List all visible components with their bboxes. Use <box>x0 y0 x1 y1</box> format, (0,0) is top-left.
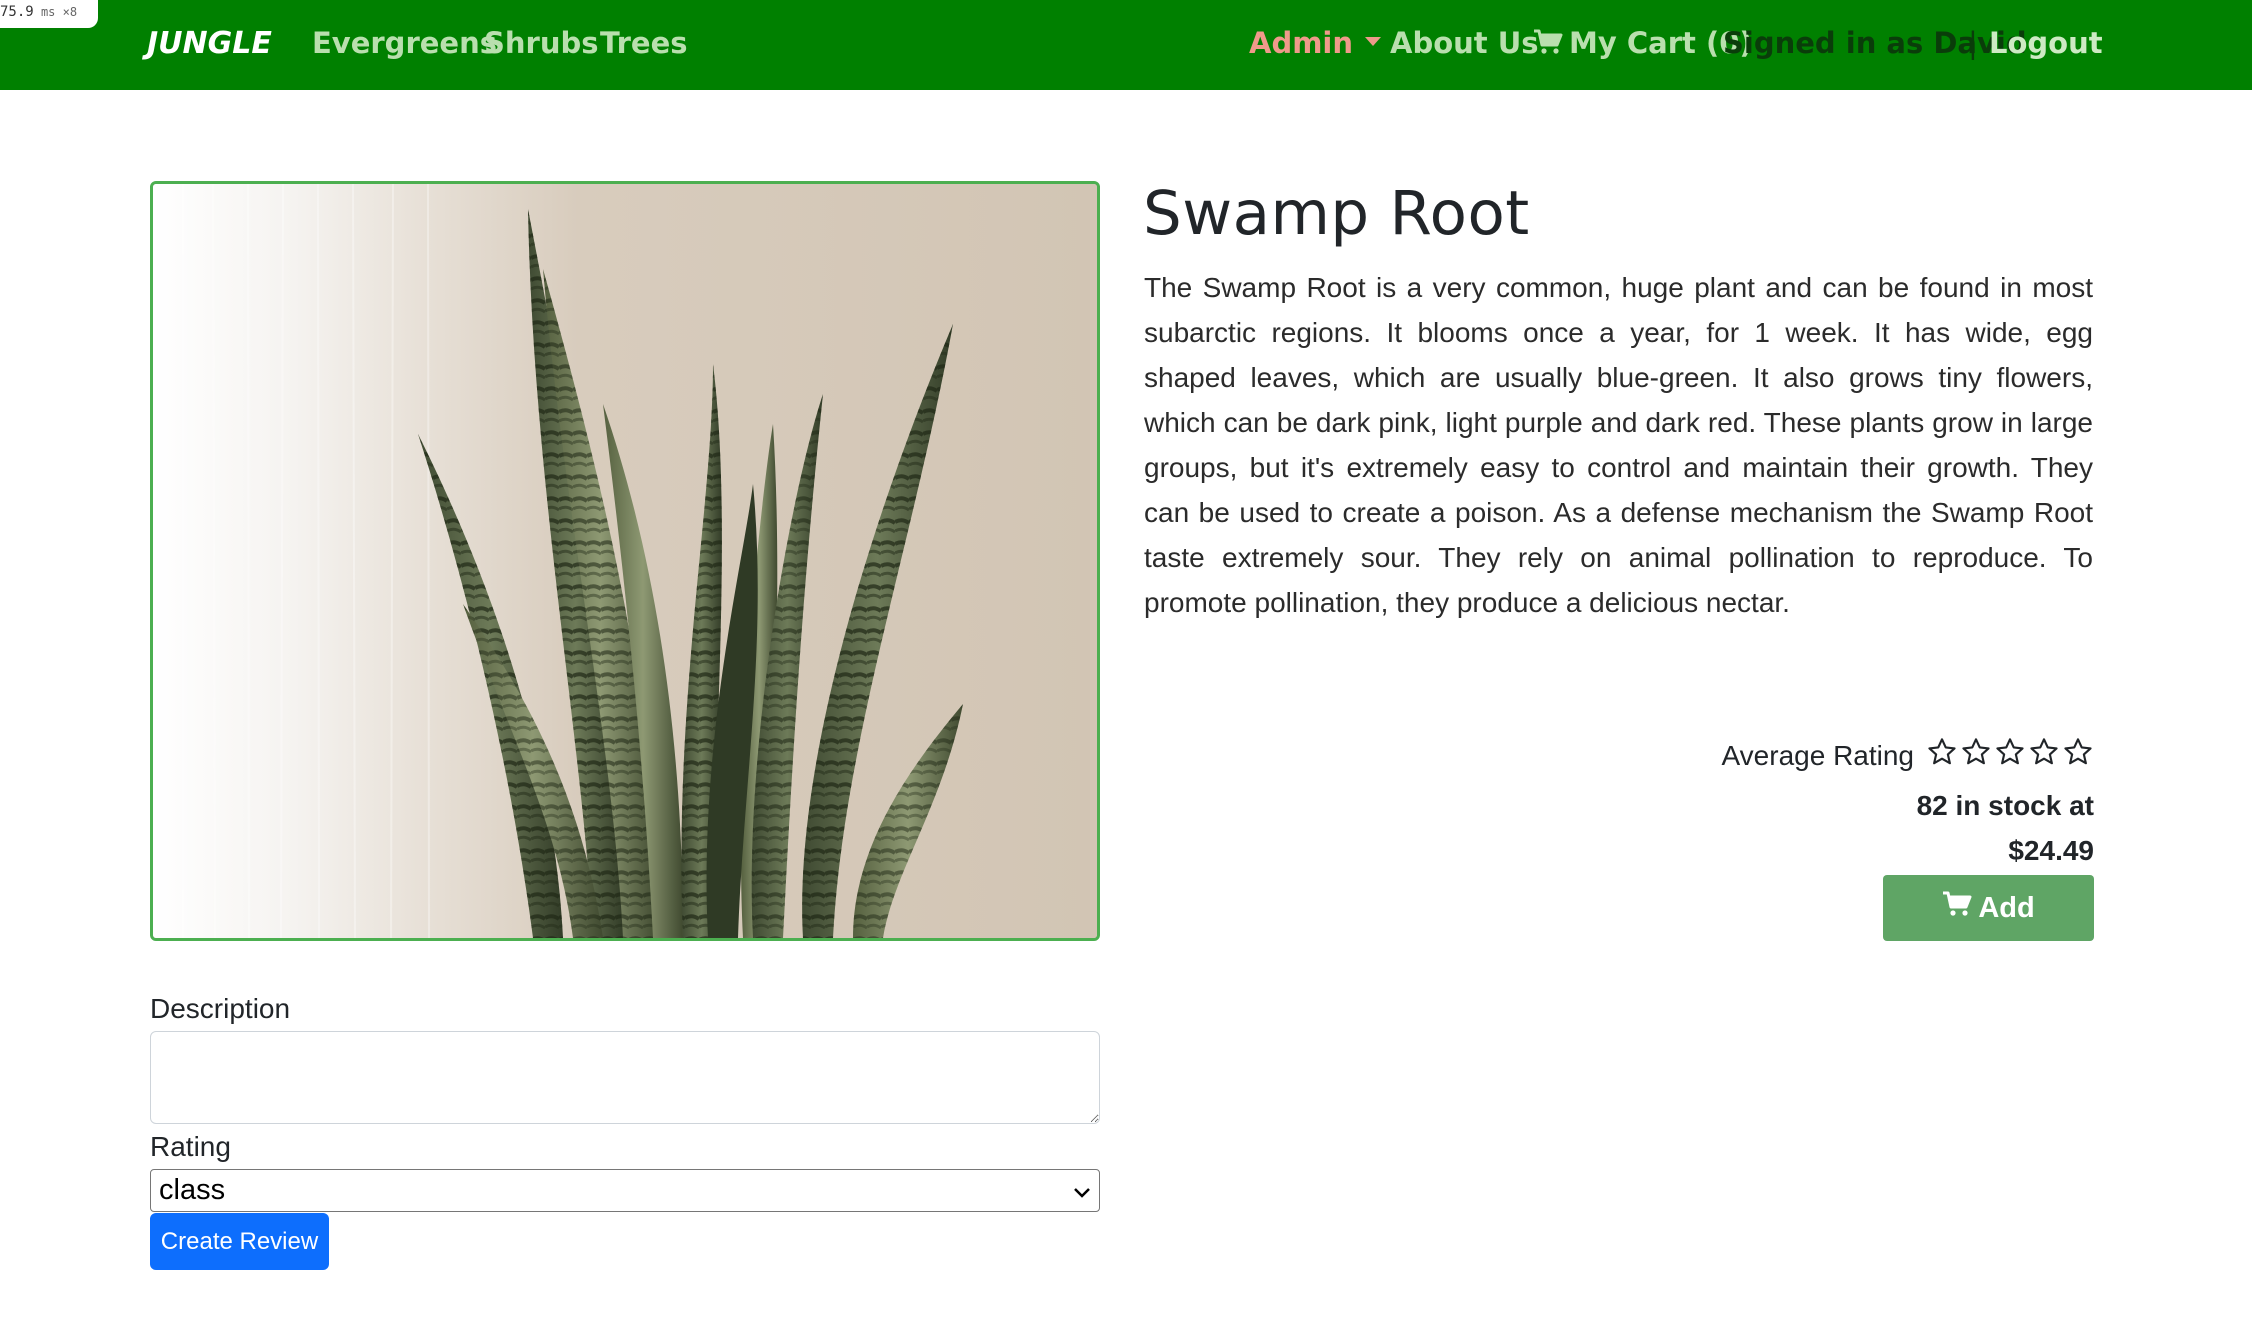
stock-info: 82 in stock at <box>1916 790 2094 821</box>
nav-logout[interactable]: Logout <box>1989 26 2103 60</box>
caret-down-icon <box>1365 36 1382 46</box>
review-description-input[interactable] <box>150 1031 1100 1124</box>
snake-plant-photo <box>153 184 1097 938</box>
nav-shrubs[interactable]: Shrubs <box>484 26 599 60</box>
perf-unit: ms <box>40 5 56 19</box>
star-icon <box>2064 738 2092 765</box>
star-icon <box>1996 738 2024 765</box>
shopping-cart-icon <box>1942 891 1972 925</box>
navbar: JUNGLE Evergreens Shrubs Trees Admin Abo… <box>0 0 2252 90</box>
signed-in-text: Signed in as David <box>1723 26 2027 60</box>
nav-admin-dropdown[interactable]: Admin <box>1249 26 1382 60</box>
perf-multiplier: ×8 <box>62 5 78 19</box>
product-description: The Swamp Root is a very common, huge pl… <box>1144 272 2093 618</box>
chevron-down-icon <box>1073 1174 1091 1207</box>
product-title: Swamp Root <box>1143 178 1530 249</box>
average-rating-label: Average Rating <box>1721 739 1915 771</box>
rating-label: Rating <box>150 1131 231 1162</box>
average-rating: Average Rating <box>1722 736 2095 775</box>
shopping-cart-icon <box>1533 28 1563 62</box>
add-button-label: Add <box>1978 891 2035 924</box>
perf-badge: 75.9 ms ×8 <box>0 0 98 28</box>
nav-trees[interactable]: Trees <box>600 26 688 60</box>
description-label: Description <box>150 993 291 1024</box>
add-to-cart-button[interactable]: Add <box>1883 875 2094 941</box>
brand-logo[interactable]: JUNGLE <box>147 26 272 61</box>
nav-about-us[interactable]: About Us <box>1390 26 1539 60</box>
nav-my-cart[interactable]: My Cart (0) <box>1533 26 1753 62</box>
perf-value: 75.9 <box>0 4 34 20</box>
rating-select[interactable]: class <box>150 1169 1100 1212</box>
rating-select-value: class <box>159 1174 226 1206</box>
nav-separator: | <box>1968 26 1978 60</box>
product-image <box>150 181 1100 941</box>
star-icon <box>1962 738 1990 765</box>
nav-evergreens[interactable]: Evergreens <box>312 26 497 60</box>
rating-stars <box>1924 736 2094 775</box>
create-review-button[interactable]: Create Review <box>150 1213 329 1270</box>
star-icon <box>2030 738 2058 765</box>
nav-admin-label: Admin <box>1249 26 1354 60</box>
product-price: $24.49 <box>2008 835 2094 866</box>
star-icon <box>1928 738 1956 765</box>
